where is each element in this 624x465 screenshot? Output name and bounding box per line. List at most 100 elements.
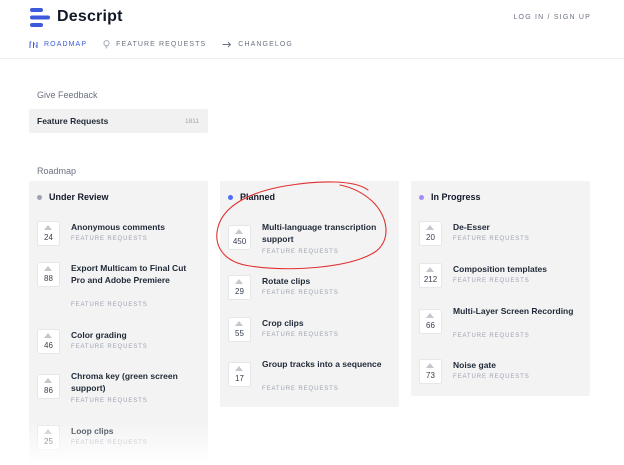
tab-feature-requests-label: FEATURE REQUESTS: [116, 41, 207, 48]
card-title: Group tracks into a sequence: [262, 359, 382, 369]
top-header: Descript LOG IN / SIGN UP ROADMAP FEATUR…: [0, 0, 624, 59]
card-title: Multi-language transcription support: [262, 222, 377, 244]
tab-roadmap-label: ROADMAP: [44, 41, 88, 48]
board-title: Feature Requests: [37, 116, 109, 126]
card-title: De-Esser: [453, 222, 490, 232]
card-board-tag: FEATURE REQUESTS: [453, 333, 530, 339]
roadmap-card[interactable]: 66 Multi-Layer Screen Recording FEATURE …: [419, 305, 584, 347]
card-title: Chroma key (green screen support): [71, 371, 178, 393]
vote-count: 450: [232, 237, 247, 246]
card-board-tag: FEATURE REQUESTS: [71, 440, 148, 446]
upvote-arrow-icon: [426, 225, 434, 230]
board-post-count: 1811: [185, 118, 199, 125]
card-board-tag: FEATURE REQUESTS: [71, 344, 148, 350]
vote-count: 73: [426, 371, 435, 380]
lightbulb-icon: [103, 40, 110, 49]
roadmap-card[interactable]: 88 Export Multicam to Final Cut Pro and …: [37, 262, 202, 317]
card-board-tag: FEATURE REQUESTS: [453, 278, 530, 284]
card-title: Export Multicam to Final Cut Pro and Ado…: [71, 263, 187, 285]
column-header: In Progress: [419, 192, 481, 202]
vote-count: 212: [423, 275, 438, 284]
column-title: In Progress: [431, 192, 481, 202]
vote-count: 17: [235, 374, 244, 383]
roadmap-card[interactable]: 73 Noise gate FEATURE REQUESTS: [419, 359, 584, 389]
vote-count: 88: [44, 274, 53, 283]
upvote-button[interactable]: 86: [37, 374, 60, 399]
card-board-tag: FEATURE REQUESTS: [71, 302, 148, 308]
roadmap-card[interactable]: 55 Crop clips FEATURE REQUESTS: [228, 317, 393, 347]
brand-name[interactable]: Descript: [57, 8, 123, 26]
tab-changelog[interactable]: CHANGELOG: [222, 41, 293, 48]
card-board-tag: FEATURE REQUESTS: [71, 398, 148, 404]
roadmap-card[interactable]: 20 De-Esser FEATURE REQUESTS: [419, 221, 584, 251]
upvote-button[interactable]: 55: [228, 317, 251, 342]
roadmap-card[interactable]: 29 Rotate clips FEATURE REQUESTS: [228, 275, 393, 305]
roadmap-card[interactable]: 46 Color grading FEATURE REQUESTS: [37, 329, 202, 359]
vote-count: 55: [235, 329, 244, 338]
card-title: Anonymous comments: [71, 222, 165, 232]
card-board-tag: FEATURE REQUESTS: [262, 386, 339, 392]
card-title: Color grading: [71, 330, 127, 340]
vote-count: 66: [426, 321, 435, 330]
column-title: Under Review: [49, 192, 109, 202]
upvote-arrow-icon: [44, 266, 52, 271]
upvote-arrow-icon: [235, 229, 243, 234]
roadmap-card[interactable]: 25 Loop clips FEATURE REQUESTS: [37, 425, 202, 455]
arrow-right-icon: [222, 41, 232, 48]
column-header: Under Review: [37, 192, 109, 202]
upvote-button[interactable]: 88: [37, 262, 60, 287]
card-board-tag: FEATURE REQUESTS: [262, 290, 339, 296]
card-board-tag: FEATURE REQUESTS: [453, 374, 530, 380]
login-signup-link[interactable]: LOG IN / SIGN UP: [513, 14, 591, 21]
upvote-arrow-icon: [235, 366, 243, 371]
card-title: Rotate clips: [262, 276, 311, 286]
upvote-arrow-icon: [44, 333, 52, 338]
upvote-arrow-icon: [44, 225, 52, 230]
upvote-button[interactable]: 212: [419, 263, 442, 288]
upvote-arrow-icon: [235, 321, 243, 326]
upvote-button[interactable]: 66: [419, 309, 442, 334]
column-header: Planned: [228, 192, 275, 202]
upvote-button[interactable]: 46: [37, 329, 60, 354]
upvote-button[interactable]: 24: [37, 221, 60, 246]
tab-roadmap[interactable]: ROADMAP: [29, 41, 87, 49]
give-feedback-heading: Give Feedback: [37, 90, 98, 100]
upvote-button[interactable]: 73: [419, 359, 442, 384]
card-title: Composition templates: [453, 264, 547, 274]
upvote-arrow-icon: [44, 429, 52, 434]
vote-count: 86: [44, 386, 53, 395]
roadmap-card[interactable]: 450 Multi-language transcription support…: [228, 221, 393, 263]
descript-logo-icon[interactable]: [29, 7, 51, 28]
roadmap-card[interactable]: 212 Composition templates FEATURE REQUES…: [419, 263, 584, 293]
roadmap-icon: [29, 41, 38, 49]
upvote-button[interactable]: 450: [228, 225, 251, 250]
upvote-button[interactable]: 25: [37, 425, 60, 450]
column-title: Planned: [240, 192, 276, 202]
vote-count: 46: [44, 341, 53, 350]
roadmap-card[interactable]: 24 Anonymous comments FEATURE REQUESTS: [37, 221, 202, 251]
upvote-arrow-icon: [426, 363, 434, 368]
tab-feature-requests[interactable]: FEATURE REQUESTS: [103, 40, 206, 49]
main-nav: ROADMAP FEATURE REQUESTS CHANGELOG: [29, 40, 309, 49]
vote-count: 25: [44, 437, 53, 446]
feature-requests-board-link[interactable]: Feature Requests 1811: [29, 109, 208, 133]
roadmap-heading: Roadmap: [37, 166, 77, 176]
card-title: Noise gate: [453, 360, 496, 370]
upvote-arrow-icon: [44, 378, 52, 383]
status-dot: [228, 194, 233, 200]
card-title: Multi-Layer Screen Recording: [453, 306, 574, 316]
card-board-tag: FEATURE REQUESTS: [71, 236, 148, 242]
roadmap-column-planned: Planned 450 Multi-language transcription…: [220, 181, 399, 407]
tab-changelog-label: CHANGELOG: [238, 41, 293, 48]
upvote-arrow-icon: [426, 313, 434, 318]
roadmap-card[interactable]: 17 Group tracks into a sequence FEATURE …: [228, 358, 393, 400]
upvote-button[interactable]: 17: [228, 362, 251, 387]
card-board-tag: FEATURE REQUESTS: [262, 249, 339, 255]
upvote-button[interactable]: 20: [419, 221, 442, 246]
roadmap-card[interactable]: 86 Chroma key (green screen support) FEA…: [37, 370, 202, 412]
vote-count: 20: [426, 233, 435, 242]
card-board-tag: FEATURE REQUESTS: [262, 332, 339, 338]
upvote-button[interactable]: 29: [228, 275, 251, 300]
roadmap-column-under-review: Under Review 24 Anonymous comments FEATU…: [29, 181, 208, 465]
card-board-tag: FEATURE REQUESTS: [453, 236, 530, 242]
